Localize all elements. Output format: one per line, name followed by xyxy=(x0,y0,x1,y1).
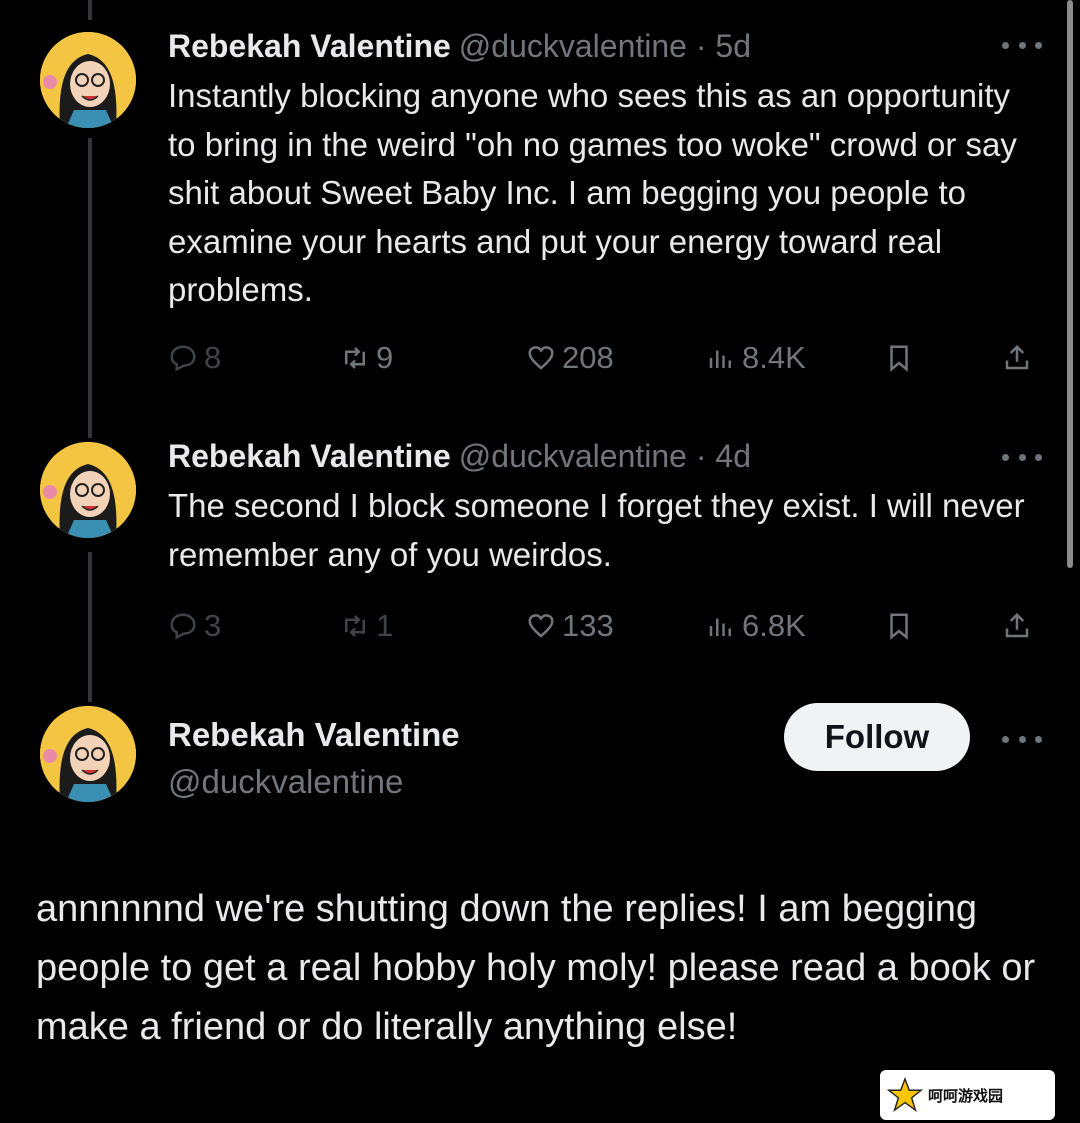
watermark-text: 呵呵游戏园 xyxy=(928,1086,1004,1105)
bookmark-icon xyxy=(890,613,908,640)
views-count: 8.4K xyxy=(742,340,806,375)
scrollbar[interactable] xyxy=(1067,0,1073,568)
views-button[interactable]: 8.4K xyxy=(706,336,806,380)
retweet-count: 1 xyxy=(376,608,394,643)
share-button[interactable] xyxy=(1002,604,1038,648)
handle[interactable]: @duckvalentine xyxy=(168,763,403,801)
thread-line-1 xyxy=(88,0,92,20)
like-button[interactable]: 133 xyxy=(526,604,614,648)
display-name[interactable]: Rebekah Valentine xyxy=(168,716,460,754)
retweet-icon xyxy=(345,347,365,369)
reply-icon xyxy=(170,613,196,640)
reply-button[interactable]: 8 xyxy=(168,336,221,380)
watermark: 呵呵游戏园 xyxy=(880,1070,1055,1120)
tweet-header: Rebekah Valentine @duckvalentine · 5d xyxy=(168,26,751,66)
reply-count: 3 xyxy=(204,608,222,643)
bookmark-button[interactable] xyxy=(884,336,920,380)
display-name[interactable]: Rebekah Valentine xyxy=(168,28,451,64)
tweet-text: annnnnnd we're shutting down the replies… xyxy=(36,888,1036,1048)
heart-icon xyxy=(528,346,554,370)
thread-line-2 xyxy=(88,138,92,438)
avatar-illustration xyxy=(40,442,136,538)
avatar-illustration xyxy=(40,32,136,128)
tweet-text: The second I block someone I forget they… xyxy=(168,487,1025,573)
display-name[interactable]: Rebekah Valentine xyxy=(168,438,451,474)
avatar[interactable] xyxy=(40,32,136,128)
share-button[interactable] xyxy=(1002,336,1038,380)
follow-button[interactable]: Follow xyxy=(784,703,970,771)
reply-icon xyxy=(170,345,196,372)
reply-button[interactable]: 3 xyxy=(168,604,221,648)
star-logo-icon xyxy=(886,1076,924,1113)
views-count: 6.8K xyxy=(742,608,806,643)
more-icon[interactable] xyxy=(1002,452,1042,462)
more-icon[interactable] xyxy=(1002,40,1042,50)
tweet-header: Rebekah Valentine @duckvalentine · 4d xyxy=(168,436,751,476)
more-icon[interactable] xyxy=(1002,734,1042,744)
tweet-text: Instantly blocking anyone who sees this … xyxy=(168,77,1017,308)
views-button[interactable]: 6.8K xyxy=(706,604,806,648)
thread-line-3 xyxy=(88,552,92,702)
avatar[interactable] xyxy=(40,442,136,538)
like-button[interactable]: 208 xyxy=(526,336,614,380)
like-count: 208 xyxy=(562,340,614,375)
tweet-actions: 3 1 133 6.8K xyxy=(168,604,1048,648)
share-icon xyxy=(1005,612,1029,638)
retweet-button[interactable]: 1 xyxy=(340,604,393,648)
bookmark-button[interactable] xyxy=(884,604,920,648)
reply-count: 8 xyxy=(204,340,222,375)
avatar-illustration xyxy=(40,706,136,802)
handle-and-time[interactable]: @duckvalentine · 5d xyxy=(459,28,751,64)
handle-and-time[interactable]: @duckvalentine · 4d xyxy=(459,438,751,474)
avatar[interactable] xyxy=(40,706,136,802)
tweet-actions: 8 9 208 8.4K xyxy=(168,336,1048,380)
share-icon xyxy=(1005,344,1029,370)
like-count: 133 xyxy=(562,608,614,643)
bookmark-icon xyxy=(890,345,908,372)
retweet-count: 9 xyxy=(376,340,394,375)
heart-icon xyxy=(528,614,554,638)
retweet-icon xyxy=(345,615,365,637)
views-icon xyxy=(709,618,731,636)
retweet-button[interactable]: 9 xyxy=(340,336,393,380)
views-icon xyxy=(709,350,731,368)
